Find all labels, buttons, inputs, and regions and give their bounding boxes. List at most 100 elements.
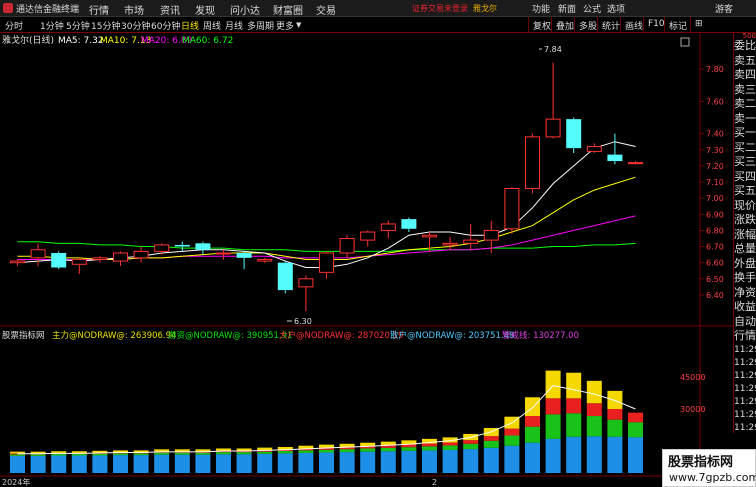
candle-body-up bbox=[216, 252, 231, 255]
menu-formula[interactable]: 公式 bbox=[583, 2, 601, 15]
layout-grid-icon[interactable]: ⊞ bbox=[690, 17, 710, 32]
volume-segment-yellow bbox=[216, 448, 231, 451]
quote-row: 换手 bbox=[734, 271, 756, 284]
menu-item-news[interactable]: 资讯 bbox=[160, 2, 180, 17]
period-1min[interactable]: 1分钟 bbox=[40, 19, 64, 32]
menu-bar: 通达信金融终端 行情 市场 资讯 发现 问小达 财富圈 交易 证券交易未登录 雅… bbox=[0, 0, 756, 17]
candle-body-up bbox=[10, 260, 25, 264]
candle-body-down bbox=[277, 262, 293, 291]
quote-row: 外盘 bbox=[734, 256, 756, 270]
login-warning[interactable]: 证券交易未登录 bbox=[412, 3, 468, 14]
volume-segment-yellow bbox=[525, 397, 540, 417]
menu-item-trade[interactable]: 交易 bbox=[316, 2, 336, 17]
quote-row: 涨跌 bbox=[734, 213, 756, 226]
volume-segment-red bbox=[442, 442, 458, 446]
volume-stack bbox=[71, 451, 87, 473]
volume-stack bbox=[10, 451, 25, 473]
quote-row: 11:29 bbox=[734, 357, 756, 368]
sub-indicator-name[interactable]: 股票指标网 bbox=[2, 330, 45, 341]
app-title: 通达信金融终端 bbox=[16, 5, 80, 15]
volume-segment-green bbox=[92, 453, 108, 456]
period-60min[interactable]: 60分钟 bbox=[151, 19, 180, 32]
period-5min[interactable]: 5分钟 bbox=[66, 19, 90, 32]
volume-segment-green bbox=[298, 450, 314, 453]
volume-segment-blue bbox=[71, 455, 87, 473]
volume-segment-green bbox=[257, 451, 273, 454]
volume-segment-blue bbox=[236, 454, 252, 473]
volume-segment-green bbox=[463, 443, 479, 450]
period-tick[interactable]: 分时 bbox=[5, 19, 23, 32]
volume-segment-blue bbox=[380, 451, 396, 473]
price-tick-label: 7.60 bbox=[706, 97, 724, 106]
volume-stack bbox=[525, 397, 540, 473]
volume-stack bbox=[422, 438, 437, 473]
menu-item-quotes[interactable]: 行情 bbox=[89, 2, 109, 17]
big-holder-value: 大户@NODRAW@: 287020.19 bbox=[279, 330, 403, 341]
chart-area[interactable]: 雅戈尔(日线) MA5: 7.32 MA10: 7.13 MA20: 6.89 … bbox=[0, 33, 733, 487]
period-more[interactable]: 更多 bbox=[276, 19, 294, 32]
candle-body-up bbox=[504, 187, 520, 230]
quote-row: 买三 bbox=[734, 155, 756, 168]
btn-mark[interactable]: 标记 bbox=[664, 17, 691, 32]
candle-body-up bbox=[298, 278, 314, 288]
quote-row: 11:29 bbox=[734, 396, 756, 407]
volume-stack bbox=[51, 451, 67, 473]
volume-segment-green bbox=[628, 422, 643, 438]
volume-segment-yellow bbox=[545, 370, 561, 399]
price-tick-label: 6.40 bbox=[706, 291, 724, 300]
menu-item-market[interactable]: 市场 bbox=[124, 2, 144, 17]
period-weekly[interactable]: 周线 bbox=[203, 19, 221, 32]
quote-row: 卖三 bbox=[734, 82, 756, 96]
price-tick-label: 6.50 bbox=[706, 275, 724, 284]
candle-body-up bbox=[422, 234, 437, 238]
volume-segment-green bbox=[380, 447, 396, 452]
volume-segment-yellow bbox=[195, 449, 211, 452]
candle-body-up bbox=[442, 242, 458, 246]
period-multi[interactable]: 多周期 bbox=[247, 19, 274, 32]
menu-options[interactable]: 选项 bbox=[607, 2, 625, 15]
quote-row: 卖二 bbox=[734, 97, 756, 110]
volume-segment-yellow bbox=[174, 449, 190, 452]
volume-segment-green bbox=[339, 449, 355, 453]
candle-body-up bbox=[380, 223, 396, 231]
volume-segment-yellow bbox=[10, 451, 25, 454]
year-label: 2024年 bbox=[2, 477, 30, 487]
ma60-label: MA60: 6.72 bbox=[182, 36, 233, 46]
period-30min[interactable]: 30分钟 bbox=[121, 19, 150, 32]
volume-segment-blue bbox=[442, 449, 458, 473]
quote-row: 自动 bbox=[734, 314, 756, 328]
volume-segment-green bbox=[195, 452, 211, 455]
volume-segment-blue bbox=[339, 452, 355, 473]
period-15min[interactable]: 15分钟 bbox=[91, 19, 120, 32]
volume-stack bbox=[133, 450, 149, 473]
volume-segment-red bbox=[566, 398, 582, 414]
volume-tick-label: 45000 bbox=[680, 373, 705, 382]
volume-stack bbox=[277, 446, 293, 473]
volume-stack bbox=[483, 427, 499, 473]
app-logo-icon bbox=[3, 3, 13, 13]
volume-segment-green bbox=[422, 446, 437, 451]
quote-row: 买一 bbox=[734, 126, 756, 139]
menu-item-ask[interactable]: 问小达 bbox=[230, 2, 260, 17]
volume-segment-yellow bbox=[154, 449, 170, 452]
candle-body-down bbox=[51, 253, 67, 268]
price-tick-label: 6.90 bbox=[706, 210, 724, 219]
volume-segment-green bbox=[277, 451, 293, 454]
menu-new-page[interactable]: 新面 bbox=[558, 2, 576, 15]
kline-svg[interactable]: 雅戈尔(日线) MA5: 7.32 MA10: 7.13 MA20: 6.89 … bbox=[0, 33, 733, 487]
quote-rows: 委比 卖五 卖四 卖三 卖二 卖一 买一 买二 买三 买四 买五 现价 涨跌 涨幅 总量 外盘 换手 净资 收益 自动… bbox=[734, 39, 756, 433]
price-tick-label: 6.60 bbox=[706, 259, 724, 268]
menu-item-discover[interactable]: 发现 bbox=[195, 2, 215, 17]
candle-body-up bbox=[257, 258, 273, 262]
menu-guest[interactable]: 游客 bbox=[715, 2, 733, 15]
quote-row: 收益 bbox=[734, 300, 756, 313]
volume-segment-yellow bbox=[586, 380, 602, 404]
more-dropdown-icon[interactable]: ▼ bbox=[296, 21, 301, 29]
volume-segment-blue bbox=[216, 454, 231, 473]
volume-segment-blue bbox=[277, 453, 293, 473]
volume-segment-blue bbox=[92, 455, 108, 473]
period-monthly[interactable]: 月线 bbox=[225, 19, 243, 32]
menu-item-fortune[interactable]: 财富圈 bbox=[273, 2, 303, 17]
period-daily[interactable]: 日线 bbox=[181, 19, 199, 32]
menu-function[interactable]: 功能 bbox=[532, 2, 550, 15]
